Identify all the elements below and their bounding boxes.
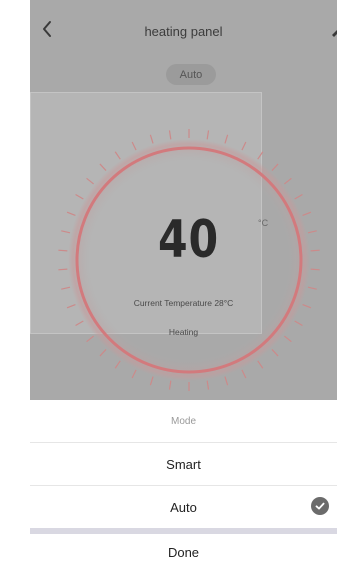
mode-option-label: Smart — [166, 456, 201, 472]
dial-tick — [61, 286, 71, 290]
dial-tick — [149, 376, 154, 386]
dial-tick — [271, 349, 279, 357]
dial-tick — [131, 369, 137, 379]
dial-tick — [257, 360, 264, 369]
dial-tick — [284, 177, 292, 185]
dial-tick — [271, 163, 279, 171]
mode-option-label: Auto — [170, 499, 197, 515]
heating-panel-screen: heating panel Auto 40 °C Current Tempera… — [30, 0, 337, 400]
mode-sheet-title: Mode — [170, 415, 196, 427]
done-label: Done — [167, 544, 200, 560]
temperature-unit: °C — [258, 218, 269, 228]
mode-pill[interactable]: Auto — [166, 64, 216, 85]
left-margin — [0, 0, 30, 570]
dial-tick — [294, 193, 303, 200]
dial-tick — [257, 151, 264, 160]
dial-tick — [168, 380, 172, 390]
mode-option-smart[interactable]: Smart — [30, 443, 337, 485]
dial-tick — [310, 268, 320, 271]
dial-tick — [294, 320, 303, 327]
dial-tick — [131, 141, 137, 151]
current-temperature-label: Current Temperature 28°C — [133, 298, 234, 308]
dial-tick — [206, 380, 210, 390]
edit-button[interactable] — [330, 22, 337, 38]
dial-tick — [75, 193, 84, 200]
done-button[interactable]: Done — [30, 534, 337, 570]
dial-tick — [206, 130, 210, 140]
dial-tick — [99, 163, 107, 171]
dial-tick — [86, 177, 94, 185]
dial-tick — [61, 230, 71, 234]
heating-status: Heating — [168, 327, 199, 337]
dial-tick — [224, 376, 229, 386]
dial-tick — [58, 249, 68, 252]
dial-tick — [149, 134, 154, 144]
dial-tick — [168, 130, 172, 140]
dial-tick — [114, 360, 121, 369]
set-temperature-value: 40 — [158, 210, 219, 270]
dial-tick — [302, 211, 312, 216]
dial-tick — [114, 151, 121, 160]
mode-sheet: Mode Smart Auto Done — [30, 400, 337, 570]
dial-tick — [99, 349, 107, 357]
dial-tick — [241, 141, 247, 151]
checkmark-icon — [315, 502, 325, 510]
dial-tick — [66, 211, 76, 216]
dial-tick — [75, 320, 84, 327]
dial-tick — [310, 249, 320, 252]
pencil-icon — [332, 30, 337, 37]
dial-tick — [307, 286, 317, 290]
mode-option-auto[interactable]: Auto — [30, 486, 337, 528]
top-bar: heating panel — [30, 0, 337, 60]
page-title: heating panel — [144, 24, 223, 39]
dial-tick — [241, 369, 247, 379]
selected-check — [311, 497, 329, 515]
dial-tick — [307, 230, 317, 234]
dial-tick — [224, 134, 229, 144]
dial-tick — [58, 268, 68, 271]
